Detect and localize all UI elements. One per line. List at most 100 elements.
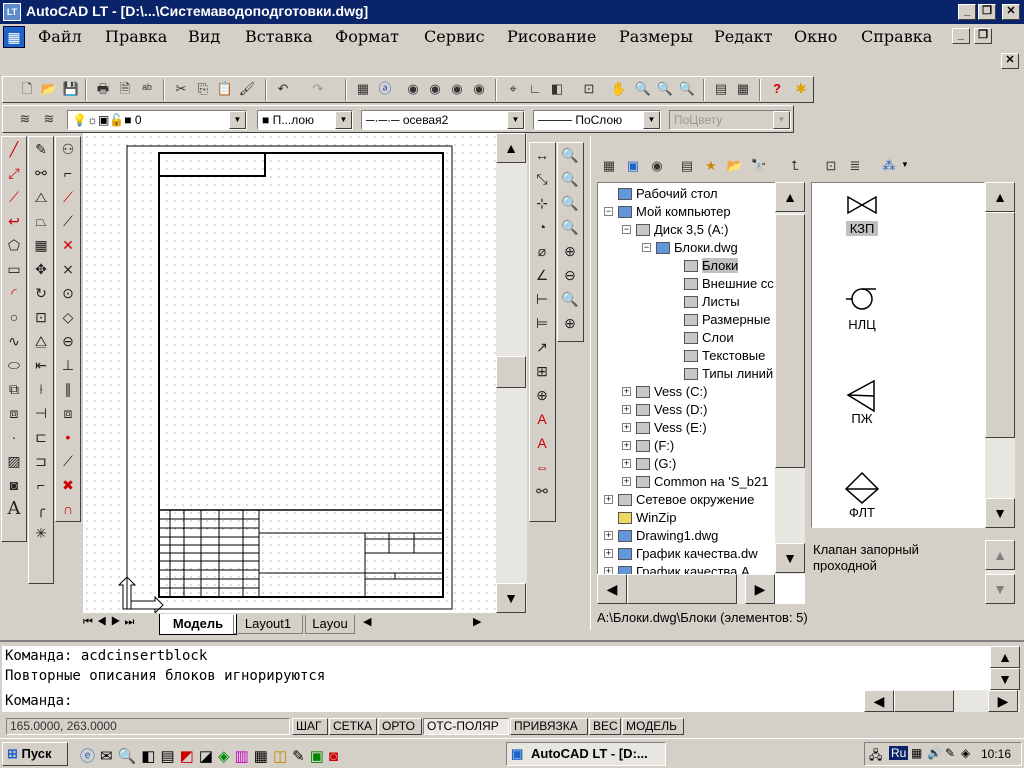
app-icon-5[interactable]: ▤ xyxy=(160,748,179,765)
expand-icon[interactable]: + xyxy=(622,441,631,450)
app-icon-12[interactable]: ✎ xyxy=(292,748,310,765)
chevron-down-icon[interactable]: ▼ xyxy=(507,111,524,129)
tolerance-icon[interactable]: ⊞ xyxy=(530,359,554,383)
dc-desktop-icon[interactable]: ▦ xyxy=(599,156,619,176)
network-tray-icon[interactable]: 🖧 xyxy=(869,746,882,767)
adcenter-icon[interactable]: ▦ xyxy=(733,79,753,99)
dim-linear-icon[interactable]: ↔ xyxy=(530,143,554,167)
description-vscroll[interactable]: ▲ ▼ xyxy=(985,540,1015,604)
undo-icon[interactable]: ↶ xyxy=(273,79,293,99)
osnap-settings-icon[interactable]: ∩ xyxy=(56,497,80,521)
snap-center-icon[interactable]: ⊙ xyxy=(56,281,80,305)
chevron-down-icon[interactable]: ▼ xyxy=(335,111,352,129)
tree-item[interactable]: + Сетевое окружение xyxy=(604,491,754,509)
dc-history-icon[interactable]: ◉ xyxy=(647,156,667,176)
menu-help[interactable]: Справка xyxy=(861,27,932,46)
dc-find-icon[interactable]: 🔭 xyxy=(749,156,769,176)
dc-tree[interactable]: Рабочий стол − Мой компьютер − Диск 3,5 (A:)… xyxy=(597,182,805,604)
dimstyle-icon[interactable]: ⚯ xyxy=(530,479,554,503)
scroll-thumb[interactable] xyxy=(775,214,805,468)
tray-icon-6[interactable]: ◈ xyxy=(961,746,970,760)
copy-object-icon[interactable]: ⚯ xyxy=(29,161,53,185)
menu-edit[interactable]: Правка xyxy=(105,27,167,46)
today-icon[interactable]: ✱ xyxy=(791,79,811,99)
new-icon[interactable]: 🗋 xyxy=(17,79,37,99)
hscroll-right-icon[interactable]: ▶ xyxy=(473,615,481,628)
app-icon-10[interactable]: ▦ xyxy=(254,748,273,765)
tree-item[interactable]: Размерные xyxy=(684,311,770,329)
center-mark-icon[interactable]: ⊕ xyxy=(530,383,554,407)
lengthen-icon[interactable]: ⇤ xyxy=(29,353,53,377)
insert-block-icon[interactable]: ⧉ xyxy=(2,377,26,401)
chevron-down-icon[interactable]: ▼ xyxy=(773,111,790,129)
outlook-icon[interactable]: ✉ xyxy=(100,748,118,765)
web-icon-1[interactable]: ◉ xyxy=(403,79,423,99)
grid-toggle[interactable]: СЕТКА xyxy=(329,718,377,735)
zoom-in-icon[interactable]: ⊕ xyxy=(558,239,582,263)
tree-item[interactable]: + Vess (D:) xyxy=(622,401,707,419)
doc-minimize-button[interactable]: _ xyxy=(952,28,970,44)
expand-icon[interactable]: + xyxy=(604,495,613,504)
scale-icon[interactable]: ⊡ xyxy=(29,305,53,329)
expand-icon[interactable]: + xyxy=(604,549,613,558)
drawing-canvas[interactable] xyxy=(83,133,497,613)
ellipse-icon[interactable]: ⬭ xyxy=(2,353,26,377)
tray-icon-3[interactable]: ▦ xyxy=(911,746,922,760)
tab-layout1[interactable]: Layout1 xyxy=(233,615,303,634)
array-icon[interactable]: ▦ xyxy=(29,233,53,257)
app-icon-4[interactable]: ◧ xyxy=(141,748,160,765)
tree-item[interactable]: Рабочий стол xyxy=(618,185,718,203)
web-icon-2[interactable]: ◉ xyxy=(425,79,445,99)
app-icon-7[interactable]: ◪ xyxy=(199,748,218,765)
expand-icon[interactable]: + xyxy=(622,387,631,396)
zoom-prev-icon[interactable]: 🔍 xyxy=(677,79,697,99)
spellcheck-icon[interactable]: ᵃᵇ xyxy=(137,79,157,99)
make-block-icon[interactable]: ⧈ xyxy=(2,401,26,425)
dc-palette[interactable]: КЗП НЛЦ ПЖ ФЛТ xyxy=(811,182,985,528)
dc-up-icon[interactable]: ⮤ xyxy=(785,156,805,176)
line-icon[interactable]: ╱ xyxy=(2,137,26,161)
document-icon[interactable]: ▦ xyxy=(3,26,25,48)
scroll-down-icon[interactable]: ▼ xyxy=(985,498,1015,528)
app-icon-14[interactable]: ◙ xyxy=(329,748,343,765)
snap-quadrant-icon[interactable]: ◇ xyxy=(56,305,80,329)
volume-icon[interactable]: 🔊 xyxy=(927,746,942,760)
acrobat-icon[interactable]: ◩ xyxy=(180,748,199,765)
explode-icon[interactable]: ✳ xyxy=(29,521,53,545)
web-icon-4[interactable]: ◉ xyxy=(469,79,489,99)
scroll-down-icon[interactable]: ▼ xyxy=(775,543,805,573)
zoom-realtime-icon[interactable]: 🔍 xyxy=(633,79,653,99)
dim-radius-icon[interactable]: ◔ xyxy=(530,215,554,239)
dim-update-icon[interactable]: ⇔ xyxy=(530,455,554,479)
app-icon-11[interactable]: ◫ xyxy=(273,748,292,765)
tree-item[interactable]: Текстовые xyxy=(684,347,765,365)
snap-toggle[interactable]: ШАГ xyxy=(292,718,328,735)
point-icon[interactable]: · xyxy=(2,425,26,449)
pline-icon[interactable]: ⟋ xyxy=(2,185,26,209)
redo-icon[interactable]: ↷ xyxy=(308,79,328,99)
menu-draw[interactable]: Рисование xyxy=(507,27,596,46)
tree-item[interactable]: + График качества.dw xyxy=(604,545,758,563)
tree-item[interactable]: Типы линий xyxy=(684,365,773,383)
dim-angular-icon[interactable]: ∠ xyxy=(530,263,554,287)
snap-tangent-icon[interactable]: ⊖ xyxy=(56,329,80,353)
properties-icon[interactable]: ▤ xyxy=(711,79,731,99)
zoom-scale-icon[interactable]: 🔍 xyxy=(558,191,582,215)
ie-icon[interactable]: ⓔ xyxy=(80,748,100,765)
snap-midpoint-icon[interactable]: ⟋ xyxy=(56,209,80,233)
search-icon[interactable]: 🔍 xyxy=(118,748,142,765)
expand-icon[interactable]: + xyxy=(622,423,631,432)
scroll-thumb[interactable] xyxy=(985,212,1015,438)
menu-format[interactable]: Формат xyxy=(335,27,399,46)
expand-icon[interactable]: + xyxy=(604,531,613,540)
layer-previous-icon[interactable]: ≋ xyxy=(39,109,59,129)
doc-close-button[interactable]: ✕ xyxy=(1001,53,1019,69)
regen-icon[interactable]: ⊡ xyxy=(579,79,599,99)
matchprop-icon[interactable]: 🖌 xyxy=(237,79,257,99)
hatch-icon[interactable]: ▨ xyxy=(2,449,26,473)
hyperlink-icon[interactable]: ▦ xyxy=(353,79,373,99)
preview-icon[interactable]: 🗎 xyxy=(115,79,135,99)
scroll-up-icon[interactable]: ▲ xyxy=(990,646,1020,668)
region-icon[interactable]: ◙ xyxy=(2,473,26,497)
osnap-toggle[interactable]: ПРИВЯЗКА xyxy=(510,718,588,735)
